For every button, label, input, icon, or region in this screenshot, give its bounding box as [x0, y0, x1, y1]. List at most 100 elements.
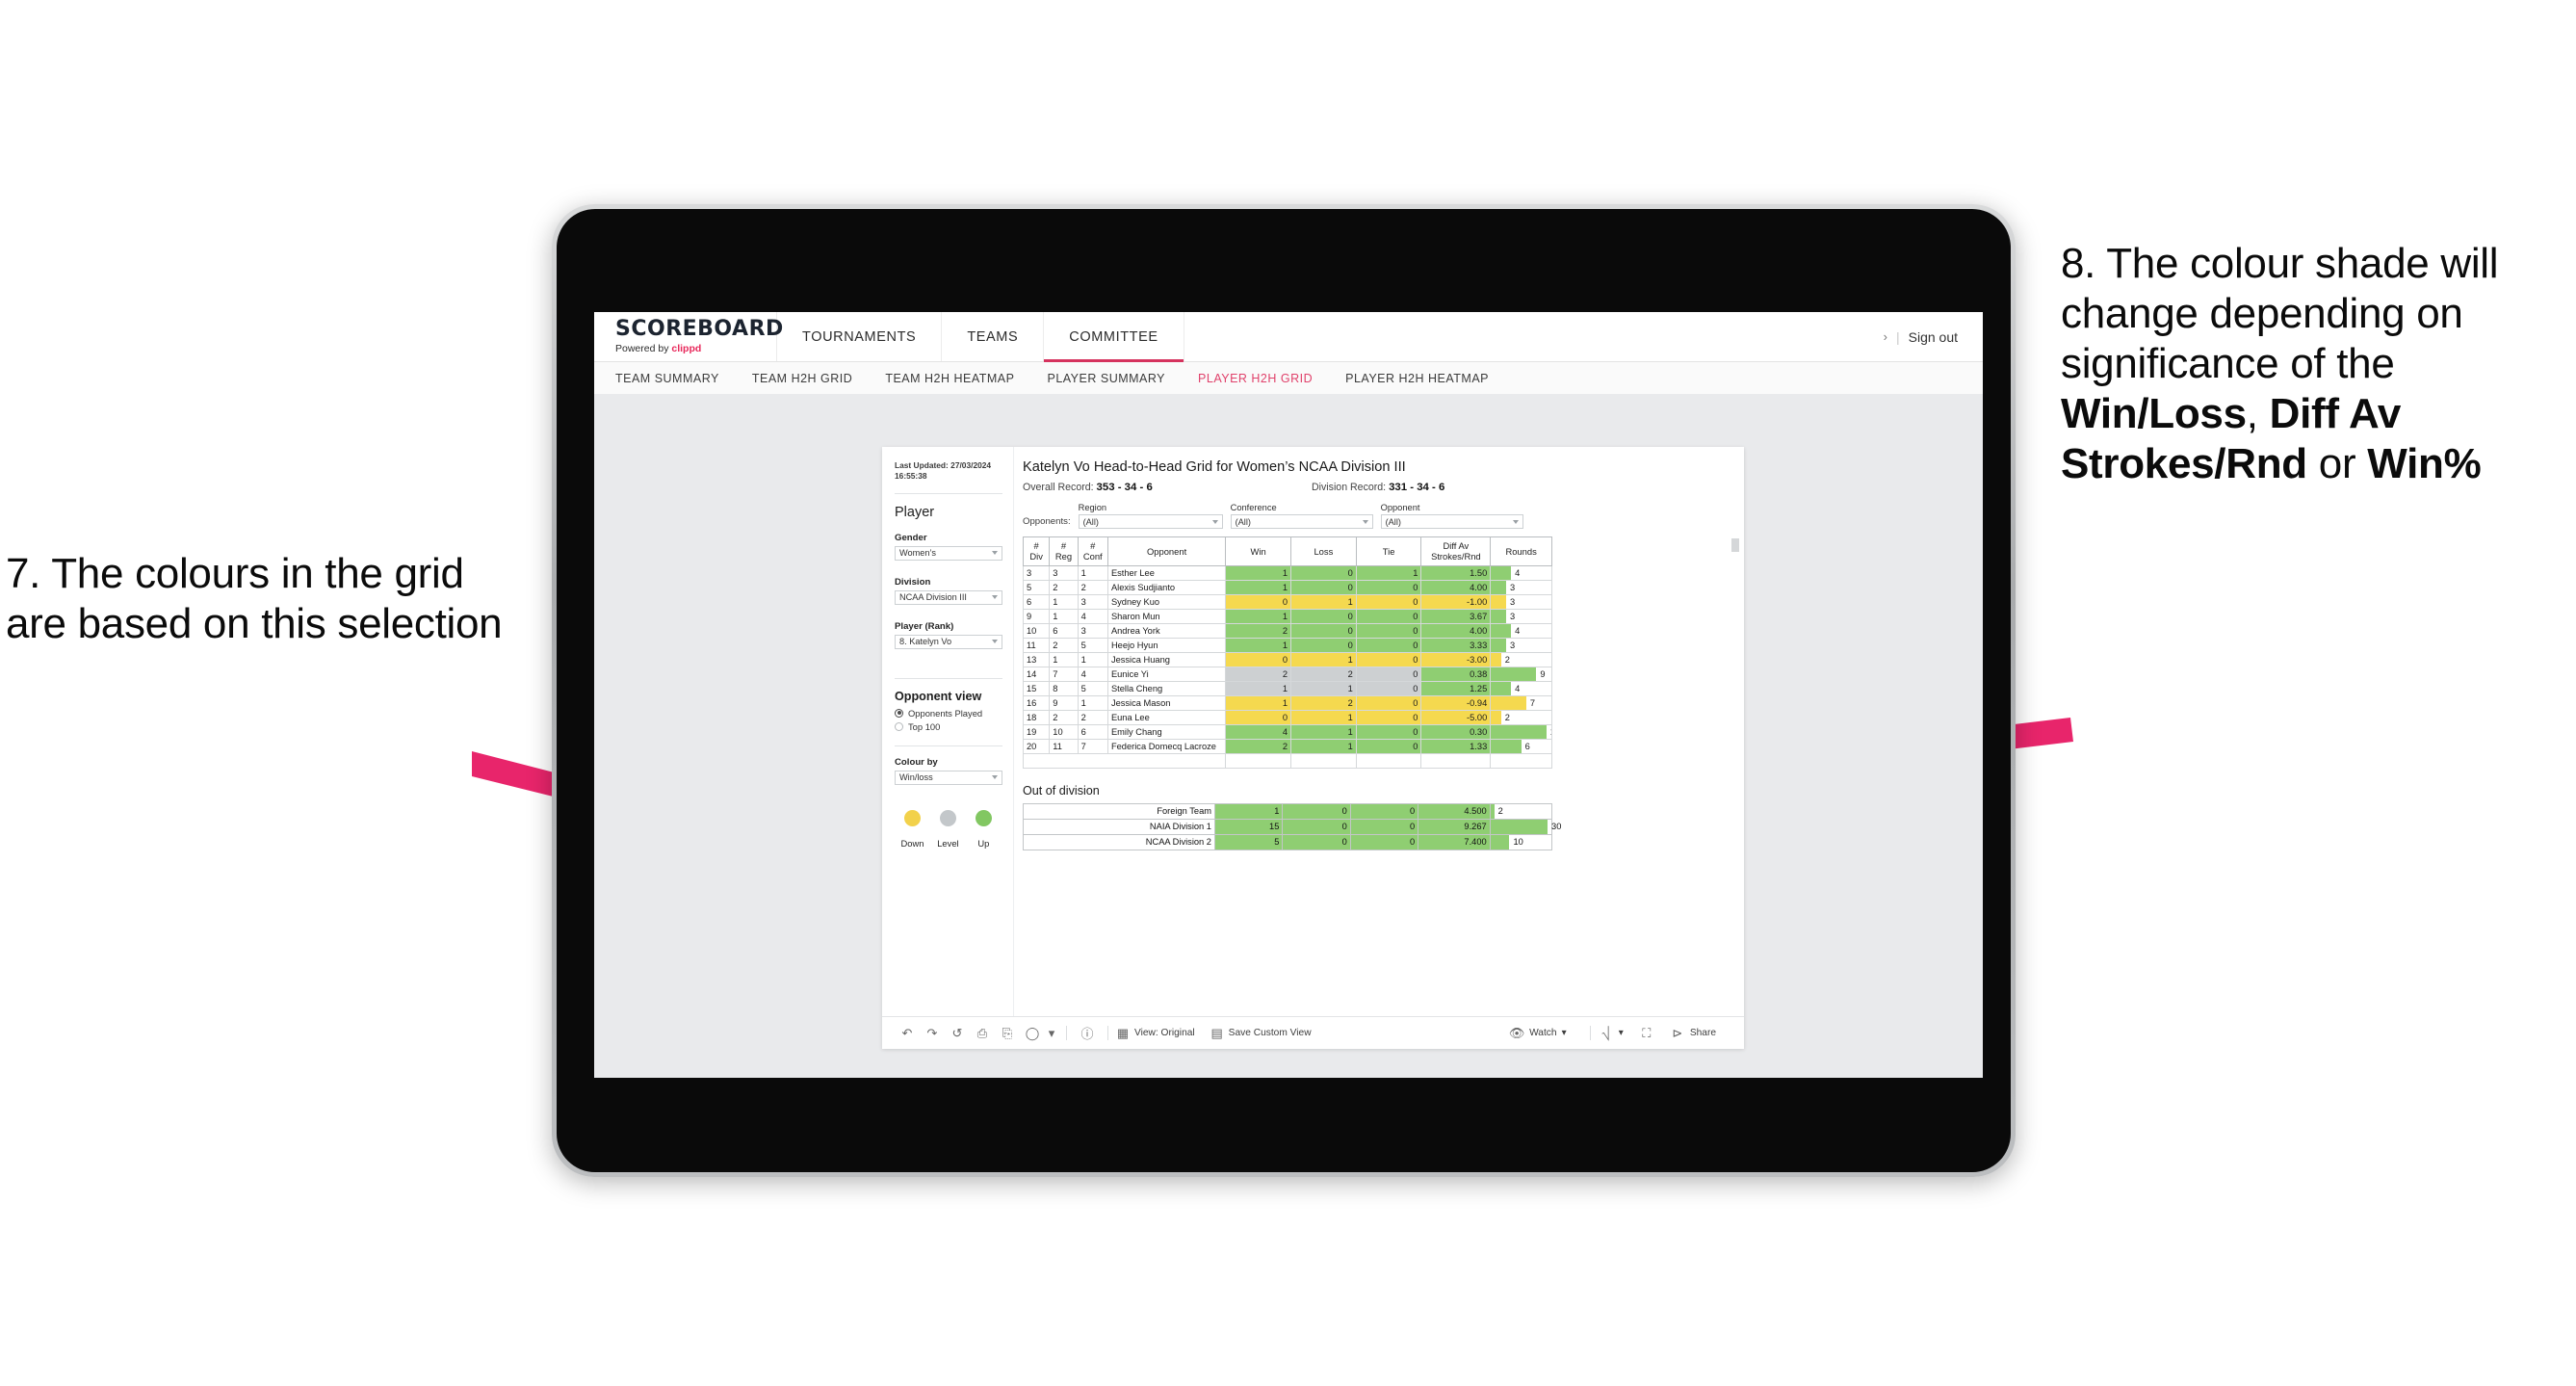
- table-cell: 3.33: [1420, 637, 1492, 653]
- rounds-bar: [1491, 595, 1506, 609]
- table-row[interactable]: 10 6 3 Andrea York 2 0 0 4.00 4: [1022, 622, 1552, 639]
- table-row[interactable]: 14 7 4 Eunice Yi 2 2 0 0.38 9: [1022, 666, 1552, 682]
- chevron-down-icon: [992, 551, 998, 556]
- rounds-value: 3: [1509, 640, 1516, 650]
- out-of-division-body: Foreign Team 1 0 0 4.500 2 NAIA Division 1 15 0 0…: [1023, 802, 1561, 850]
- table-cell: 0: [1290, 608, 1357, 624]
- view-original-button[interactable]: ▦ View: Original: [1116, 1026, 1195, 1041]
- subtab-player-h2h-grid[interactable]: PLAYER H2H GRID: [1198, 372, 1313, 385]
- table-row[interactable]: 16 9 1 Jessica Mason 1 2 0 -0.94 7: [1022, 694, 1552, 711]
- table-cell: 8: [1049, 680, 1079, 696]
- col-l2: Strokes/Rnd: [1431, 551, 1481, 562]
- table-row[interactable]: 13 1 1 Jessica Huang 0 1 0 -3.00 2: [1022, 651, 1552, 667]
- colour-legend: Down Level Up: [895, 809, 1002, 849]
- region-label: Region: [1078, 503, 1107, 512]
- pause-updates-icon[interactable]: ⎘: [995, 1026, 1020, 1041]
- table-cell: -5.00: [1420, 709, 1492, 725]
- gender-label: Gender: [895, 532, 927, 543]
- share-button[interactable]: ⊳ Share: [1670, 1026, 1716, 1041]
- opponent-view-title: Opponent view: [895, 689, 982, 703]
- player-rank-label: Player (Rank): [895, 620, 954, 632]
- table-cell: 1: [1049, 608, 1079, 624]
- redo-icon[interactable]: ↷: [920, 1026, 945, 1041]
- watch-button[interactable]: 👁 Watch ▾: [1509, 1026, 1567, 1041]
- region-select[interactable]: (All): [1078, 514, 1223, 529]
- highlight-icon[interactable]: ◯: [1020, 1026, 1045, 1041]
- table-cell: 0: [1349, 833, 1419, 850]
- table-row[interactable]: 15 8 5 Stella Cheng 1 1 0 1.25 4: [1022, 680, 1552, 696]
- table-cell: 5: [1022, 579, 1051, 595]
- top-bar-spacer: [1184, 312, 1884, 361]
- division-select[interactable]: NCAA Division III: [895, 589, 1002, 605]
- account-area[interactable]: › | Sign out: [1884, 312, 1983, 361]
- table-row[interactable]: Foreign Team 1 0 0 4.500 2: [1023, 802, 1553, 820]
- subtab-team-summary[interactable]: TEAM SUMMARY: [615, 372, 719, 385]
- table-cell: 19: [1022, 723, 1051, 740]
- rounds-value: 4: [1515, 567, 1521, 578]
- divider: [1107, 1026, 1108, 1040]
- table-row[interactable]: 19106Emily Chang4100.3011: [1022, 723, 1552, 740]
- rounds-bar: [1491, 696, 1526, 710]
- annotation-right: 8. The colour shade will change dependin…: [2061, 239, 2562, 489]
- chevron-right-icon[interactable]: ›: [1884, 329, 1887, 344]
- rounds-value: 3: [1509, 596, 1516, 607]
- nav-tab-committee[interactable]: COMMITTEE: [1044, 312, 1184, 362]
- gender-select[interactable]: Women’s: [895, 545, 1002, 561]
- rounds-value: 2: [1497, 806, 1503, 817]
- table-row[interactable]: 5 2 2 Alexis Sudjianto 1 0 0 4.00 3: [1022, 579, 1552, 595]
- sign-out-link[interactable]: Sign out: [1909, 329, 1958, 345]
- col-l1: #: [1090, 540, 1096, 551]
- chevron-down-icon: [1512, 519, 1519, 524]
- table-row[interactable]: 18 2 2 Euna Lee 0 1 0 -5.00 2: [1022, 709, 1552, 725]
- filters-pane: Last Updated: 27/03/2024 16:55:38 Player…: [882, 447, 1014, 1016]
- help-icon[interactable]: ⓘ: [1075, 1024, 1100, 1042]
- grid-scrollbar[interactable]: [1731, 538, 1739, 552]
- save-custom-view-button[interactable]: ▤ Save Custom View: [1210, 1026, 1312, 1041]
- conference-select[interactable]: (All): [1230, 514, 1373, 529]
- revert-icon[interactable]: ↺: [945, 1026, 970, 1041]
- table-row[interactable]: 20 11 7 Federica Domecq Lacroze 2 1 0 1.33 6: [1022, 738, 1552, 754]
- subtab-player-h2h-heatmap[interactable]: PLAYER H2H HEATMAP: [1345, 372, 1489, 385]
- subtab-player-summary[interactable]: PLAYER SUMMARY: [1047, 372, 1165, 385]
- table-cell: -1.00: [1420, 593, 1492, 610]
- subtab-team-h2h-heatmap[interactable]: TEAM H2H HEATMAP: [885, 372, 1014, 385]
- radio-opponents-played[interactable]: Opponents Played: [895, 708, 1002, 719]
- table-cell: 4.00: [1420, 622, 1492, 639]
- brand-powered-prefix: Powered by: [615, 343, 672, 354]
- table-spacer-row: [1022, 752, 1552, 769]
- player-rank-select[interactable]: 8. Katelyn Vo: [895, 634, 1002, 649]
- table-row[interactable]: 9 1 4 Sharon Mun 1 0 0 3.67 3: [1022, 608, 1552, 624]
- table-cell: Heejo Hyun: [1106, 637, 1227, 653]
- table-row[interactable]: 11 2 5 Heejo Hyun 1 0 0 3.33 3: [1022, 637, 1552, 653]
- rounds-bar-cell: 30: [1489, 818, 1561, 835]
- download-button[interactable]: ⎷ ▾: [1599, 1026, 1623, 1041]
- table-cell: [1355, 752, 1422, 769]
- table-cell: 15: [1022, 680, 1051, 696]
- rounds-bar: [1491, 725, 1547, 739]
- table-row[interactable]: NCAA Division 2 5 0 0 7.400 10: [1023, 833, 1553, 850]
- table-row[interactable]: NAIA Division 1 15 0 0 9.267 30: [1023, 818, 1561, 835]
- division-record-value: 331 - 34 - 6: [1389, 482, 1445, 493]
- chevron-down-icon[interactable]: ▾: [1045, 1026, 1058, 1041]
- subtab-team-h2h-grid[interactable]: TEAM H2H GRID: [752, 372, 852, 385]
- rounds-bar-cell: 3: [1490, 593, 1552, 610]
- table-cell: 1: [1225, 608, 1291, 624]
- colour-by-select[interactable]: Win/loss: [895, 770, 1002, 785]
- table-cell: 1: [1077, 564, 1108, 581]
- table-cell: 0: [1355, 709, 1422, 725]
- rounds-value: 4: [1515, 625, 1521, 636]
- out-of-division-table: Foreign Team 1 0 0 4.500 2 NAIA Division 1 15 0 0…: [1023, 802, 1561, 850]
- table-row[interactable]: 3 3 1 Esther Lee 1 0 1 1.50 4: [1022, 564, 1552, 581]
- radio-top-100[interactable]: Top 100: [895, 721, 1002, 732]
- nav-tab-tournaments[interactable]: TOURNAMENTS: [777, 312, 943, 361]
- undo-icon[interactable]: ↶: [895, 1026, 920, 1041]
- refresh-data-icon[interactable]: ⎙: [970, 1026, 995, 1041]
- table-cell: Esther Lee: [1106, 564, 1227, 581]
- fullscreen-button[interactable]: ⛶: [1639, 1026, 1654, 1041]
- table-cell: -3.00: [1420, 651, 1492, 667]
- nav-tab-teams[interactable]: TEAMS: [942, 312, 1045, 361]
- divider: [895, 492, 1002, 494]
- table-row[interactable]: 6 1 3 Sydney Kuo 0 1 0 -1.00 3: [1022, 593, 1552, 610]
- opponent-select[interactable]: (All): [1380, 514, 1523, 529]
